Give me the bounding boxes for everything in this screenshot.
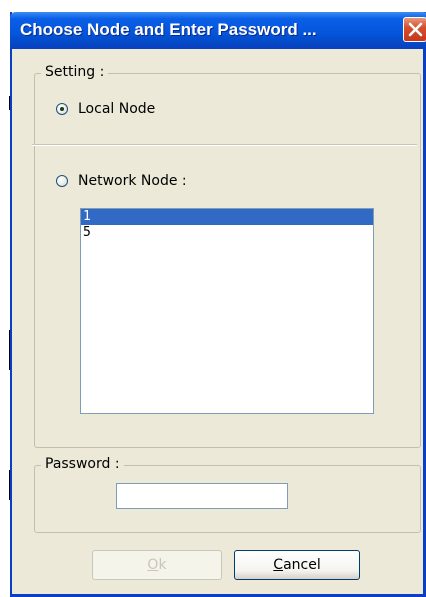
network-node-label: Network Node : [78,173,187,189]
ok-label-rest: k [158,557,167,573]
setting-group-label: Setting : [41,64,109,80]
ok-mnemonic: O [147,557,159,573]
title-bar[interactable]: Choose Node and Enter Password ... [10,12,426,49]
close-x-icon [408,22,423,37]
network-node-option[interactable]: Network Node : [56,172,187,190]
local-node-radio[interactable] [56,103,68,115]
password-group-label: Password : [41,456,124,472]
local-node-label: Local Node [78,101,156,117]
password-input[interactable] [116,483,288,509]
cancel-mnemonic: C [273,557,284,573]
setting-divider [32,144,417,146]
network-node-radio[interactable] [56,175,68,187]
dialog-window: Choose Node and Enter Password ... Setti… [10,12,426,597]
window-title: Choose Node and Enter Password ... [20,20,317,39]
close-button[interactable] [403,17,426,42]
node-listbox[interactable]: 1 5 [80,208,374,414]
list-item[interactable]: 5 [81,225,373,241]
cancel-label-rest: ancel [283,557,321,573]
local-node-option[interactable]: Local Node [56,100,155,118]
cancel-button[interactable]: Cancel [234,550,360,580]
list-item[interactable]: 1 [81,209,373,225]
ok-button[interactable]: Ok [92,550,222,580]
